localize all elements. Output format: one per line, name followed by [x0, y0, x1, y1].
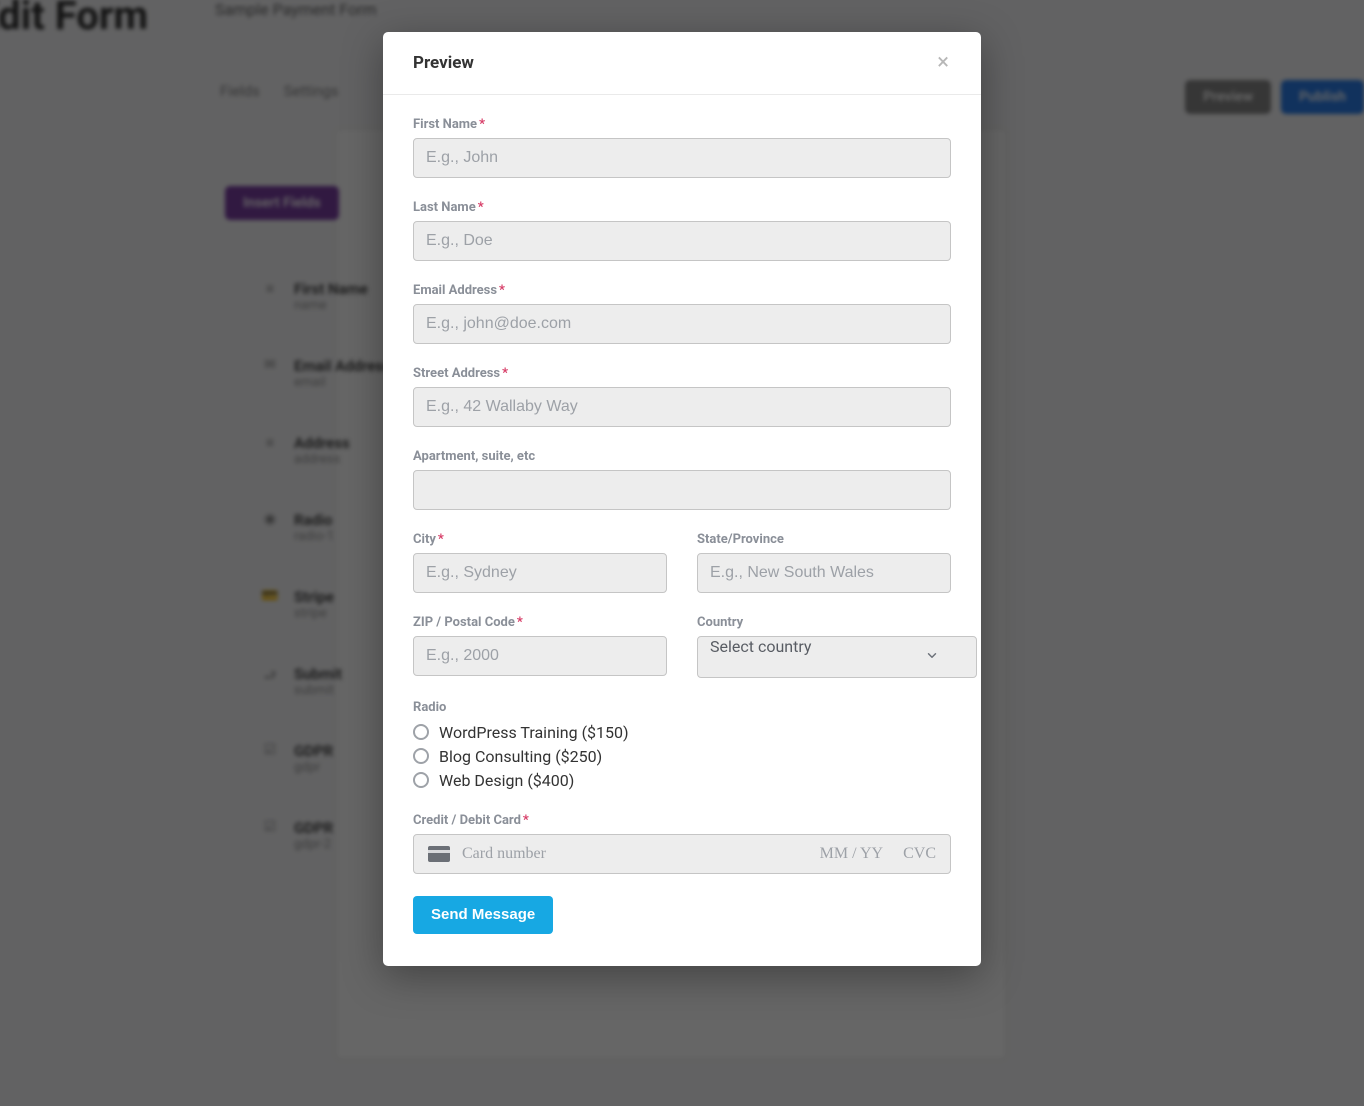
radio-icon [413, 772, 429, 788]
radio-option-web-design[interactable]: Web Design ($400) [413, 769, 951, 791]
modal-body: First Name* Last Name* Email Address* St… [383, 95, 981, 934]
card-cvc-placeholder: CVC [903, 845, 936, 863]
radio-icon [413, 748, 429, 764]
zip-input[interactable] [413, 636, 667, 676]
city-input[interactable] [413, 553, 667, 593]
card-expiry-placeholder: MM / YY [820, 845, 883, 863]
close-icon[interactable]: × [933, 50, 953, 76]
country-select[interactable]: Select country [697, 636, 977, 678]
credit-card-icon [428, 846, 450, 862]
first-name-input[interactable] [413, 138, 951, 178]
last-name-input[interactable] [413, 221, 951, 261]
radio-option-label: Blog Consulting ($250) [439, 747, 602, 766]
radio-option-label: WordPress Training ($150) [439, 723, 629, 742]
radio-option-label: Web Design ($400) [439, 771, 574, 790]
state-label: State/Province [697, 532, 951, 547]
modal-overlay: Preview × First Name* Last Name* Email A… [0, 0, 1364, 1106]
apartment-input[interactable] [413, 470, 951, 510]
modal-title: Preview [413, 53, 474, 73]
card-input[interactable]: Card number MM / YY CVC [413, 834, 951, 874]
radio-group-label: Radio [413, 700, 951, 715]
modal-header: Preview × [383, 32, 981, 95]
country-label: Country [697, 615, 951, 630]
street-address-label: Street Address* [413, 366, 951, 381]
email-input[interactable] [413, 304, 951, 344]
apartment-label: Apartment, suite, etc [413, 449, 951, 464]
state-input[interactable] [697, 553, 951, 593]
radio-option-wordpress-training[interactable]: WordPress Training ($150) [413, 721, 951, 743]
radio-option-blog-consulting[interactable]: Blog Consulting ($250) [413, 745, 951, 767]
send-message-button[interactable]: Send Message [413, 896, 553, 934]
card-label: Credit / Debit Card* [413, 813, 951, 828]
card-number-placeholder: Card number [462, 845, 800, 863]
preview-modal: Preview × First Name* Last Name* Email A… [383, 32, 981, 966]
first-name-label: First Name* [413, 117, 951, 132]
radio-icon [413, 724, 429, 740]
last-name-label: Last Name* [413, 200, 951, 215]
city-label: City* [413, 532, 667, 547]
street-address-input[interactable] [413, 387, 951, 427]
zip-label: ZIP / Postal Code* [413, 615, 667, 630]
email-label: Email Address* [413, 283, 951, 298]
